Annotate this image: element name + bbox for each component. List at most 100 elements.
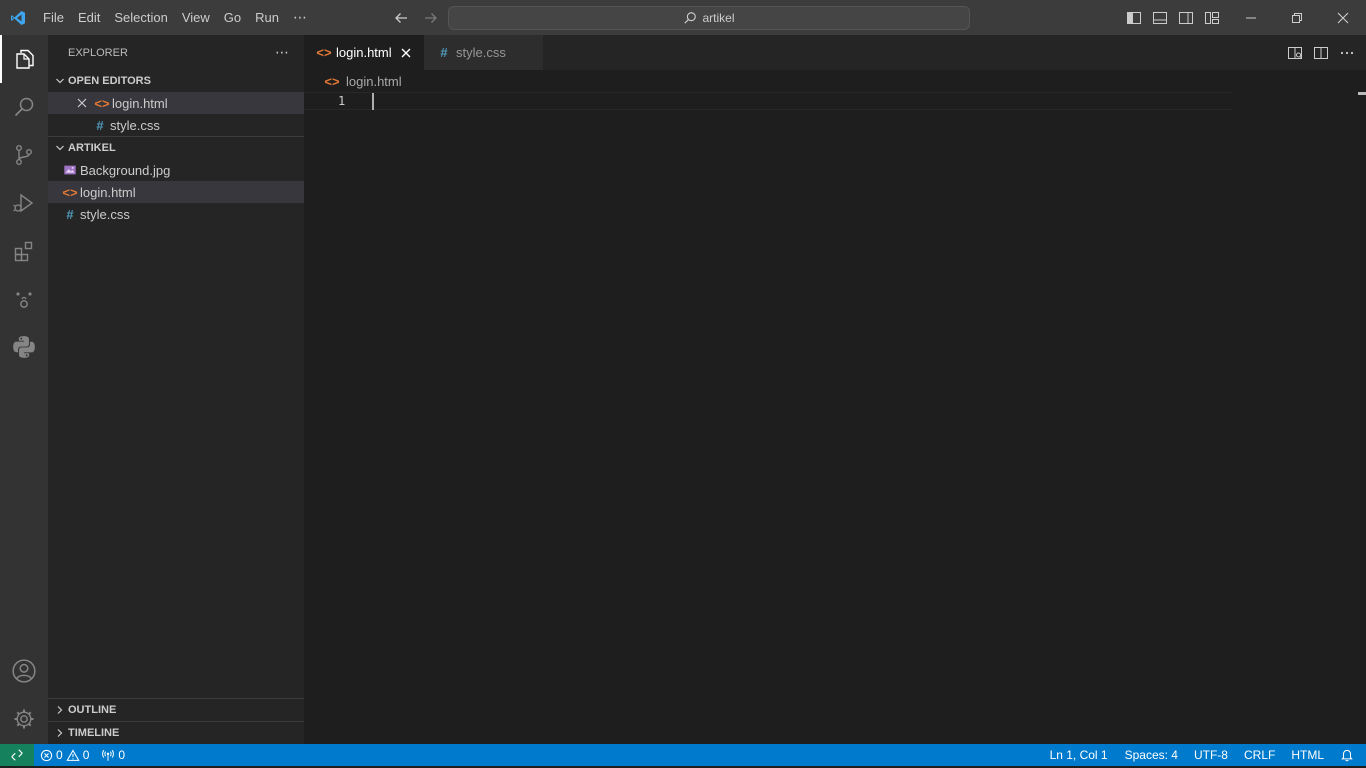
menu-go[interactable]: Go <box>217 0 248 35</box>
python-icon[interactable] <box>0 323 48 371</box>
image-file-icon <box>62 162 78 178</box>
open-editor-item-login-html[interactable]: <> login.html <box>48 92 304 114</box>
tab-label: login.html <box>336 45 392 60</box>
search-icon <box>684 12 697 24</box>
breadcrumb[interactable]: <> login.html <box>304 70 1366 92</box>
warning-icon <box>66 748 80 761</box>
file-item-login-html[interactable]: <> login.html <box>48 181 304 203</box>
status-bar: 0 0 0 Ln 1, Col 1 Spaces: 4 UTF-8 CRLF H… <box>0 744 1366 766</box>
bottom-sections: OUTLINE TIMELINE <box>48 698 304 744</box>
source-control-icon[interactable] <box>0 131 48 179</box>
menu-file[interactable]: File <box>36 0 71 35</box>
close-icon[interactable] <box>74 95 90 111</box>
remote-explorer-icon[interactable] <box>0 275 48 323</box>
toggle-secondary-sidebar-icon[interactable] <box>1176 8 1196 28</box>
remote-icon <box>11 749 23 761</box>
more-actions-icon[interactable] <box>1338 44 1356 62</box>
menu-view[interactable]: View <box>175 0 217 35</box>
error-icon <box>40 749 53 761</box>
tab-login-html[interactable]: <> login.html <box>304 35 424 70</box>
css-file-icon: # <box>96 117 104 133</box>
chevron-down-icon <box>52 73 68 89</box>
cursor-position[interactable]: Ln 1, Col 1 <box>1041 744 1117 766</box>
open-editors-section-header[interactable]: OPEN EDITORS <box>48 70 304 92</box>
ports-count: 0 <box>118 748 126 762</box>
command-center-label: artikel <box>702 11 735 25</box>
menu-edit[interactable]: Edit <box>71 0 107 35</box>
explorer-header: EXPLORER ⋯ <box>48 35 304 70</box>
chevron-down-icon <box>52 140 68 156</box>
close-window-icon[interactable] <box>1320 0 1366 35</box>
toggle-panel-icon[interactable] <box>1150 8 1170 28</box>
customize-layout-icon[interactable] <box>1202 8 1222 28</box>
run-debug-icon[interactable] <box>0 179 48 227</box>
tab-style-css[interactable]: # style.css <box>424 35 543 70</box>
error-count: 0 <box>56 748 63 762</box>
file-item-background-jpg[interactable]: Background.jpg <box>48 159 304 181</box>
explorer-icon[interactable] <box>0 35 48 83</box>
editor-actions <box>1286 35 1356 70</box>
menu-bar: File Edit Selection View Go Run ⋯ <box>36 0 315 35</box>
html-file-icon: <> <box>316 45 332 60</box>
breadcrumb-item[interactable]: login.html <box>346 74 402 89</box>
css-file-icon: # <box>440 45 448 60</box>
menu-selection[interactable]: Selection <box>107 0 174 35</box>
editor-area: <> login.html # style.css <> login.html … <box>304 35 1366 744</box>
end-of-line[interactable]: CRLF <box>1236 744 1283 766</box>
open-editor-item-style-css[interactable]: # style.css <box>48 114 304 136</box>
explorer-more-icon[interactable]: ⋯ <box>275 44 290 61</box>
chevron-right-icon <box>52 725 68 741</box>
folder-label: ARTIKEL <box>68 142 116 154</box>
file-label: style.css <box>80 206 130 222</box>
command-center-search[interactable]: artikel <box>448 6 970 30</box>
vscode-logo-icon <box>0 0 36 35</box>
navigation-arrows <box>390 0 442 35</box>
open-preview-icon[interactable] <box>1286 44 1304 62</box>
window-controls <box>1228 0 1366 35</box>
activity-bar <box>0 35 48 744</box>
broadcast-icon <box>102 749 115 761</box>
status-right-items: Ln 1, Col 1 Spaces: 4 UTF-8 CRLF HTML <box>1041 744 1366 766</box>
manage-gear-icon[interactable] <box>0 695 48 743</box>
title-bar: File Edit Selection View Go Run ⋯ artike… <box>0 0 1366 35</box>
minimize-icon[interactable] <box>1228 0 1274 35</box>
html-file-icon: <> <box>62 184 78 200</box>
scrollbar-cursor-marker <box>1358 92 1366 95</box>
menu-more-icon[interactable]: ⋯ <box>286 9 315 26</box>
forward-arrow-icon[interactable] <box>420 7 442 29</box>
close-tab-icon[interactable] <box>398 45 414 61</box>
open-editor-label: style.css <box>110 117 160 133</box>
folder-section-header[interactable]: ARTIKEL <box>48 137 304 159</box>
chevron-right-icon <box>52 702 68 718</box>
layout-controls <box>1124 0 1222 35</box>
file-label: login.html <box>80 184 136 200</box>
html-file-icon: <> <box>94 95 110 111</box>
problems-indicator[interactable]: 0 0 <box>34 744 95 766</box>
notifications-bell-icon[interactable] <box>1332 744 1366 766</box>
split-editor-icon[interactable] <box>1312 44 1330 62</box>
search-view-icon[interactable] <box>0 83 48 131</box>
menu-run[interactable]: Run <box>248 0 286 35</box>
indentation[interactable]: Spaces: 4 <box>1117 744 1186 766</box>
editor-tabs: <> login.html # style.css <box>304 35 1366 70</box>
file-item-style-css[interactable]: # style.css <box>48 203 304 225</box>
line-number: 1 <box>338 94 346 108</box>
timeline-label: TIMELINE <box>68 727 120 739</box>
language-mode[interactable]: HTML <box>1283 744 1332 766</box>
accounts-icon[interactable] <box>0 647 48 695</box>
css-file-icon: # <box>66 206 74 222</box>
remote-indicator[interactable] <box>0 744 34 766</box>
current-code-line[interactable]: 1 <box>304 92 1232 110</box>
outline-label: OUTLINE <box>68 704 117 716</box>
file-label: Background.jpg <box>80 162 171 178</box>
text-cursor <box>372 93 374 110</box>
ports-indicator[interactable]: 0 <box>95 744 131 766</box>
extensions-icon[interactable] <box>0 227 48 275</box>
toggle-primary-sidebar-icon[interactable] <box>1124 8 1144 28</box>
outline-section-header[interactable]: OUTLINE <box>48 699 304 721</box>
restore-icon[interactable] <box>1274 0 1320 35</box>
open-editor-label: login.html <box>112 95 168 111</box>
timeline-section-header[interactable]: TIMELINE <box>48 722 304 744</box>
back-arrow-icon[interactable] <box>390 7 412 29</box>
encoding[interactable]: UTF-8 <box>1186 744 1236 766</box>
